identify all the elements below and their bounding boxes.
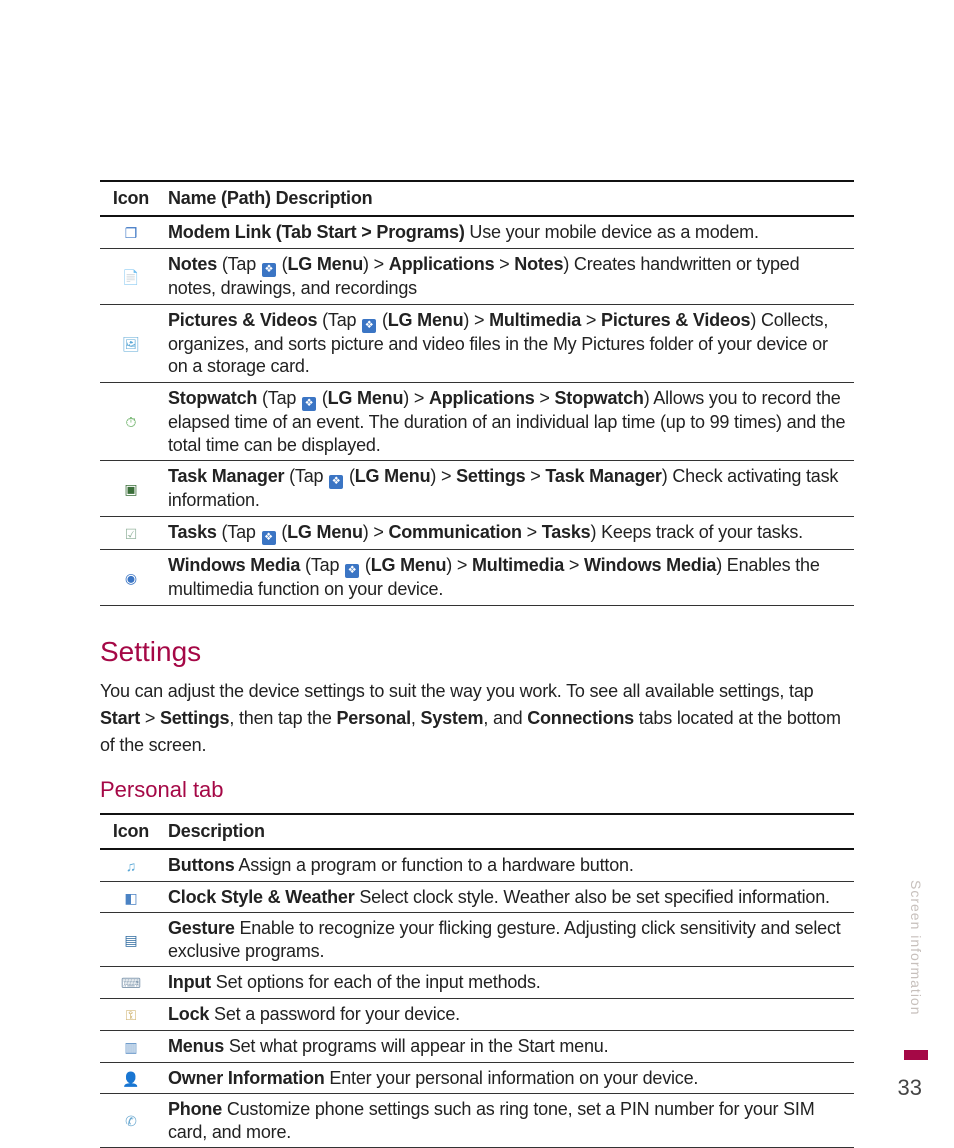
col-icon-header: Icon	[100, 181, 162, 216]
table-row: 🖼 Pictures & Videos (Tap ❖ (LG Menu) > Mu…	[100, 304, 854, 382]
row-description: Task Manager (Tap ❖ (LG Menu) > Settings…	[162, 461, 854, 517]
row-description: Modem Link (Tab Start > Programs) Use yo…	[162, 216, 854, 248]
table-row: ♫ Buttons Assign a program or function to…	[100, 849, 854, 881]
personal-tab-heading: Personal tab	[100, 777, 854, 803]
lock-icon: ⚿	[121, 1006, 141, 1026]
tasks-icon: ☑	[121, 524, 141, 544]
row-description: Notes (Tap ❖ (LG Menu) > Applications > …	[162, 248, 854, 304]
clock-weather-icon: ◧	[121, 888, 141, 908]
table-row: ◉ Windows Media (Tap ❖ (LG Menu) > Multim…	[100, 550, 854, 606]
row-description: Tasks (Tap ❖ (LG Menu) > Communication >…	[162, 516, 854, 549]
table-row: ✆ Phone Customize phone settings such as …	[100, 1094, 854, 1148]
side-accent-bar	[904, 1050, 928, 1060]
notes-icon: 📄	[121, 268, 141, 288]
table-row: ▥ Menus Set what programs will appear in …	[100, 1030, 854, 1062]
table-row: 📄 Notes (Tap ❖ (LG Menu) > Applications >…	[100, 248, 854, 304]
lg-menu-icon: ❖	[262, 263, 276, 277]
lg-menu-icon: ❖	[329, 475, 343, 489]
table-row: ▤ Gesture Enable to recognize your flicki…	[100, 913, 854, 967]
table-row: ⌨ Input Set options for each of the input…	[100, 967, 854, 999]
table-row: ▣ Task Manager (Tap ❖ (LG Menu) > Setting…	[100, 461, 854, 517]
lg-menu-icon: ❖	[345, 564, 359, 578]
side-section-label: Screen information	[908, 880, 924, 1016]
programs-table: Icon Name (Path) Description ❐ Modem Link…	[100, 180, 854, 606]
pictures-videos-icon: 🖼	[121, 335, 141, 355]
settings-paragraph: You can adjust the device settings to su…	[100, 678, 854, 759]
manual-page: Icon Name (Path) Description ❐ Modem Link…	[0, 0, 954, 1147]
owner-info-icon: 👤	[121, 1069, 141, 1089]
row-description: Pictures & Videos (Tap ❖ (LG Menu) > Mul…	[162, 304, 854, 382]
page-number: 33	[898, 1075, 922, 1101]
modem-link-icon: ❐	[121, 224, 141, 244]
row-description: Stopwatch (Tap ❖ (LG Menu) > Application…	[162, 382, 854, 460]
table-row: ◧ Clock Style & Weather Select clock styl…	[100, 881, 854, 913]
input-icon: ⌨	[121, 974, 141, 994]
col-desc-header-2: Description	[162, 814, 854, 849]
row-description: Lock Set a password for your device.	[162, 999, 854, 1031]
table-row: ❐ Modem Link (Tab Start > Programs) Use y…	[100, 216, 854, 248]
table-row: 👤 Owner Information Enter your personal i…	[100, 1062, 854, 1094]
stopwatch-icon: ⏱	[121, 413, 141, 433]
lg-menu-icon: ❖	[362, 319, 376, 333]
row-description: Owner Information Enter your personal in…	[162, 1062, 854, 1094]
table-row: ⏱ Stopwatch (Tap ❖ (LG Menu) > Applicatio…	[100, 382, 854, 460]
lg-menu-icon: ❖	[262, 531, 276, 545]
row-description: Menus Set what programs will appear in t…	[162, 1030, 854, 1062]
lg-menu-icon: ❖	[302, 397, 316, 411]
settings-heading: Settings	[100, 636, 854, 668]
row-description: Clock Style & Weather Select clock style…	[162, 881, 854, 913]
windows-media-icon: ◉	[121, 569, 141, 589]
menus-icon: ▥	[121, 1038, 141, 1058]
row-description: Phone Customize phone settings such as r…	[162, 1094, 854, 1148]
row-description: Input Set options for each of the input …	[162, 967, 854, 999]
task-manager-icon: ▣	[121, 480, 141, 500]
gesture-icon: ▤	[121, 931, 141, 951]
phone-icon: ✆	[121, 1112, 141, 1132]
col-icon-header-2: Icon	[100, 814, 162, 849]
programs-tbody: ❐ Modem Link (Tab Start > Programs) Use y…	[100, 216, 854, 605]
table-row: ☑ Tasks (Tap ❖ (LG Menu) > Communication …	[100, 516, 854, 549]
buttons-icon: ♫	[121, 857, 141, 877]
row-description: Gesture Enable to recognize your flickin…	[162, 913, 854, 967]
col-desc-header: Name (Path) Description	[162, 181, 854, 216]
personal-tbody: ♫ Buttons Assign a program or function to…	[100, 849, 854, 1148]
row-description: Windows Media (Tap ❖ (LG Menu) > Multime…	[162, 550, 854, 606]
table-row: ⚿ Lock Set a password for your device.	[100, 999, 854, 1031]
personal-table: Icon Description ♫ Buttons Assign a progr…	[100, 813, 854, 1148]
row-description: Buttons Assign a program or function to …	[162, 849, 854, 881]
